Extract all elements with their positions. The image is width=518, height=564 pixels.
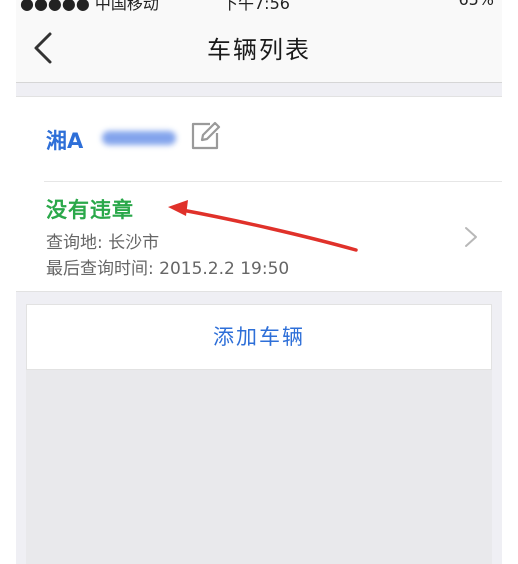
violation-status-row[interactable]: 没有违章 查询地: 长沙市 最后查询时间: 2015.2.2 19:50 [16,182,502,290]
violation-status: 没有违章 [46,198,134,222]
navigation-bar: 车辆列表 [16,14,502,83]
empty-content-area [26,370,492,564]
page: ●●●●● 中国移动 下午7:56 65% 车辆列表 湘A [0,0,518,564]
query-location: 查询地: 长沙市 [46,233,160,253]
app-screen: ●●●●● 中国移动 下午7:56 65% 车辆列表 湘A [16,0,502,564]
plate-mask [102,131,176,145]
status-time: 下午7:56 [222,0,290,13]
carrier-label: ●●●●● 中国移动 [20,0,159,13]
last-query-time: 最后查询时间: 2015.2.2 19:50 [46,259,290,279]
plate-number: 湘A [46,129,84,153]
status-bar: ●●●●● 中国移动 下午7:56 65% [16,0,502,14]
plate-row: 湘A [16,97,502,181]
vehicle-card: 湘A 没有违章 查询地: 长沙市 最后查询时间: 2015.2.2 19:50 [16,96,502,292]
chevron-right-icon [465,227,477,247]
page-title: 车辆列表 [207,36,311,64]
add-vehicle-button[interactable]: 添加车辆 [26,304,492,370]
battery-level: 65% [458,0,494,9]
edit-icon[interactable] [188,119,222,153]
